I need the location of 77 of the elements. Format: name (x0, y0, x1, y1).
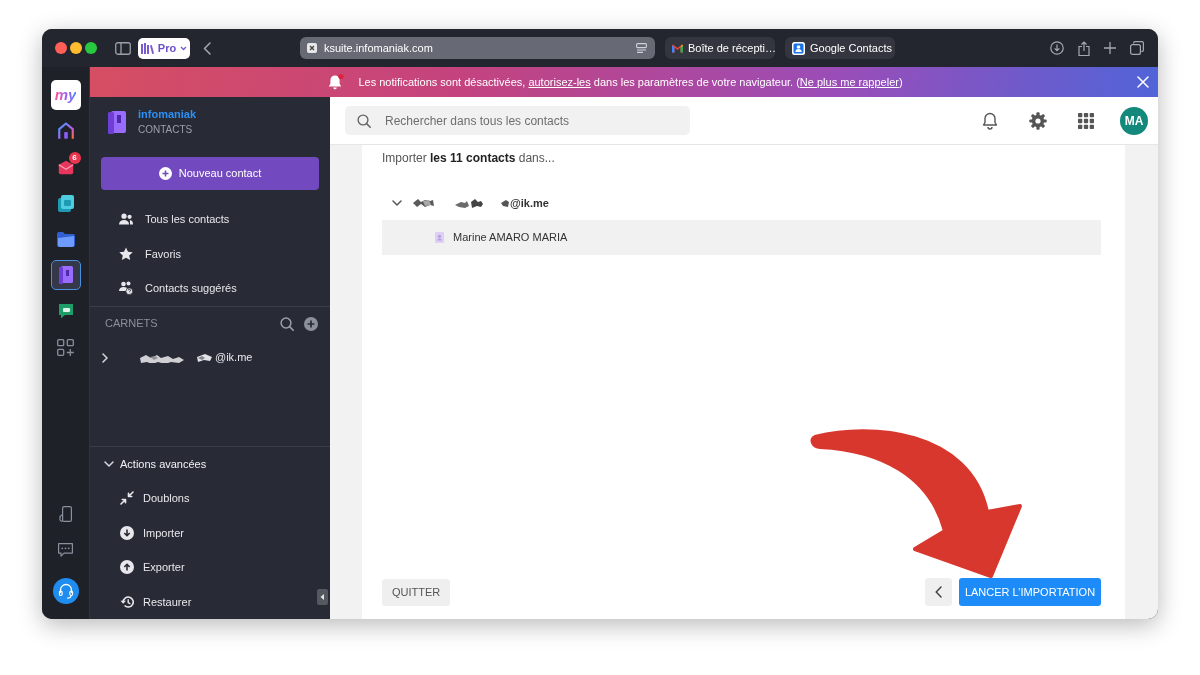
bell-icon (327, 73, 346, 91)
star-icon (119, 246, 133, 261)
collapse-sidebar-icon[interactable] (317, 589, 328, 605)
browser-tab[interactable]: Google Contacts (785, 37, 895, 59)
product-name: CONTACTS (138, 124, 194, 136)
download-circle-icon (120, 525, 134, 540)
address-book-name[interactable]: @ik.me (215, 349, 253, 366)
notification-message: Les notifications sont désactivées, autorisez-les dans les paramètres de votre navigateur. (Ne plus me rappeler) (358, 74, 903, 90)
chevron-left-icon (935, 586, 942, 598)
browser-tab[interactable]: Boîte de récepti… (665, 37, 775, 59)
quit-button[interactable]: QUITTER (382, 578, 451, 606)
minimize-window-icon[interactable] (70, 42, 82, 54)
phone-icon (59, 506, 72, 522)
search-field[interactable]: Rechercher dans tous les contacts (345, 106, 690, 135)
books-icon (140, 42, 154, 54)
share-icon[interactable] (1078, 40, 1090, 56)
chevron-right-icon[interactable] (102, 352, 108, 363)
back-button[interactable] (925, 578, 952, 606)
people-question-icon (119, 281, 133, 296)
house-icon (56, 122, 75, 140)
chat-dots-icon (58, 543, 73, 557)
headset-icon[interactable] (52, 578, 79, 604)
m-logo-icon (672, 43, 683, 53)
speech-bubble-icon (57, 303, 74, 319)
action-item[interactable]: Importer (90, 515, 330, 550)
back-icon[interactable] (203, 41, 211, 55)
bell-icon[interactable] (982, 111, 998, 130)
add-circle-icon[interactable] (304, 316, 318, 331)
inline-link[interactable]: autorisez-les (528, 75, 591, 88)
import-summary: Importer les 11 contacts dans... (382, 151, 556, 165)
app-logo-button[interactable]: my (50, 80, 81, 110)
caret-icon (180, 45, 188, 51)
action-item[interactable]: Restaurer (90, 584, 330, 619)
zoom-window-icon[interactable] (85, 42, 97, 54)
address-field[interactable]: ksuite.infomaniak.com (300, 37, 655, 59)
contact-row[interactable]: Marine AMARO MARIA (382, 220, 1101, 255)
new-contact-button[interactable]: Nouveau contact (101, 157, 319, 190)
search-icon (357, 113, 371, 128)
settings-icon[interactable] (1029, 111, 1047, 130)
contact-card-icon (435, 232, 444, 243)
site-icon (307, 43, 317, 53)
mail-button[interactable]: 6 (50, 152, 81, 182)
envelope-icon (56, 158, 75, 176)
book-icon (107, 110, 127, 134)
history-icon (120, 594, 134, 609)
nav-item[interactable]: Favoris (90, 236, 330, 271)
stacked-squares-icon (57, 194, 74, 212)
close-icon[interactable] (1137, 76, 1149, 88)
grid-plus-icon (57, 338, 74, 356)
plus-circle-icon (158, 167, 172, 180)
nav-item[interactable]: Tous les contacts (90, 202, 330, 237)
tabs-overview-icon[interactable] (1130, 41, 1144, 55)
book-icon (58, 266, 73, 284)
action-item[interactable]: Exporter (90, 550, 330, 585)
profile-button[interactable]: Pro (138, 37, 190, 59)
unread-count-badge: 6 (68, 152, 81, 164)
close-window-icon[interactable] (55, 42, 67, 54)
folder-icon (56, 231, 75, 247)
address-book-name[interactable]: @ik.me (510, 194, 549, 212)
compress-arrows-icon (120, 491, 134, 506)
sidebar-toggle-icon[interactable] (115, 41, 131, 55)
plus-icon[interactable] (1104, 42, 1116, 54)
app-grid-icon[interactable] (1078, 112, 1094, 129)
contacts-button[interactable] (50, 260, 81, 290)
brand-name: infomaniak (138, 108, 197, 121)
nav-item[interactable]: Contacts suggérés (90, 271, 330, 306)
download-icon[interactable] (1050, 41, 1064, 55)
section-toggle[interactable]: Actions avancées (90, 447, 330, 481)
people-icon (119, 213, 133, 226)
person-icon (792, 41, 805, 55)
search-icon[interactable] (280, 316, 294, 331)
upload-circle-icon (120, 560, 134, 575)
chevron-down-icon[interactable] (392, 200, 402, 206)
avatar[interactable]: MA (1120, 106, 1148, 135)
section-title: CARNETS (105, 316, 158, 332)
reader-icon[interactable] (636, 43, 647, 53)
action-item[interactable]: Doublons (90, 481, 330, 516)
